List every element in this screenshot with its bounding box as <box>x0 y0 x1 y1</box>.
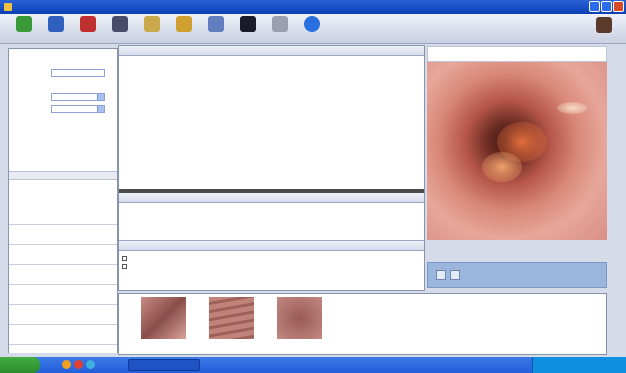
thumbnail-label <box>135 342 195 348</box>
form-label <box>13 81 51 89</box>
checkbox-row[interactable] <box>119 254 424 262</box>
patient-add-icon <box>16 15 32 32</box>
form-field[interactable] <box>51 56 105 65</box>
list-cell <box>9 181 39 188</box>
toolbar-button-8[interactable] <box>236 15 260 42</box>
freeze-icon[interactable] <box>450 270 460 280</box>
checkbox[interactable] <box>122 263 127 269</box>
document-icon <box>208 15 224 32</box>
toolbar-button-10[interactable] <box>300 15 324 42</box>
list-cell <box>9 189 39 196</box>
window-controls <box>589 1 624 12</box>
thumbnail[interactable] <box>209 297 254 339</box>
form-label <box>13 93 51 101</box>
chevron-down-icon[interactable] <box>97 93 104 100</box>
start-button[interactable] <box>0 357 40 373</box>
form-row <box>13 79 113 90</box>
edit-icon <box>176 15 192 32</box>
section-header <box>119 241 424 251</box>
close-button[interactable] <box>613 1 624 12</box>
toolbar-button-7[interactable] <box>204 15 228 42</box>
app-icon <box>4 3 12 11</box>
toolbar-button-2[interactable] <box>44 15 68 42</box>
diagnosis-textarea[interactable] <box>119 203 424 241</box>
title-bar <box>0 0 626 14</box>
form-label <box>13 105 51 113</box>
toolbar <box>0 14 626 44</box>
patient-panel <box>8 48 118 353</box>
exit-button[interactable] <box>592 17 616 43</box>
taskbar <box>0 357 626 373</box>
monitor-icon <box>240 15 256 32</box>
column-header <box>9 172 39 179</box>
form-field[interactable] <box>51 68 105 77</box>
findings-textarea[interactable] <box>119 56 424 189</box>
form-row <box>13 103 113 114</box>
info-icon <box>304 15 320 32</box>
media-icon[interactable] <box>74 360 83 369</box>
form-label <box>13 69 51 77</box>
options-area <box>119 251 424 270</box>
image-highlight <box>557 102 587 114</box>
system-tray <box>532 357 626 373</box>
toolbar-button-4[interactable] <box>108 15 132 42</box>
checkbox-row[interactable] <box>119 262 424 270</box>
form-row <box>13 115 113 126</box>
toolbar-button-5[interactable] <box>140 15 164 42</box>
taskbar-window-item[interactable] <box>128 359 200 371</box>
thumbnail-label <box>269 342 329 348</box>
checkbox[interactable] <box>122 255 127 261</box>
toolbar-button-6[interactable] <box>172 15 196 42</box>
thumbnail[interactable] <box>277 297 322 339</box>
chevron-down-icon[interactable] <box>97 105 104 112</box>
form-field[interactable] <box>51 80 105 89</box>
thumbnail[interactable] <box>141 297 186 339</box>
list-item[interactable] <box>9 189 117 196</box>
toolbar-button-9[interactable] <box>268 15 292 42</box>
list-item[interactable] <box>9 181 117 188</box>
patient-icon <box>48 15 64 32</box>
toolbar-button-3[interactable] <box>76 15 100 42</box>
endoscopy-image[interactable] <box>427 62 607 240</box>
tools-icon <box>272 15 288 32</box>
patient-list-header <box>9 171 117 180</box>
form-label <box>13 57 51 65</box>
thumbnail-label <box>203 342 263 348</box>
form-field[interactable] <box>51 116 105 125</box>
form-dropdown[interactable] <box>51 104 105 113</box>
doctor-icon <box>112 15 128 32</box>
minimize-button[interactable] <box>589 1 600 12</box>
form-dropdown[interactable] <box>51 92 105 101</box>
quick-launch <box>62 360 95 369</box>
form-row <box>13 55 113 66</box>
desktop-icon[interactable] <box>86 360 95 369</box>
report-icon <box>144 15 160 32</box>
exit-icon <box>596 17 612 33</box>
browser-icon[interactable] <box>62 360 71 369</box>
image-region <box>482 152 522 182</box>
form-row <box>13 67 113 78</box>
image-header <box>427 46 607 62</box>
section-header <box>119 46 424 56</box>
thumbnail-strip <box>118 293 607 355</box>
patient-list-body <box>9 205 117 353</box>
image-controls <box>427 262 607 288</box>
report-panel <box>118 45 425 291</box>
maximize-button[interactable] <box>601 1 612 12</box>
form-label <box>13 117 51 125</box>
patient-form <box>9 49 117 133</box>
form-row <box>13 91 113 102</box>
patient-remove-icon <box>80 15 96 32</box>
capture-icon[interactable] <box>436 270 446 280</box>
toolbar-button-1[interactable] <box>12 15 36 42</box>
section-header <box>119 193 424 203</box>
